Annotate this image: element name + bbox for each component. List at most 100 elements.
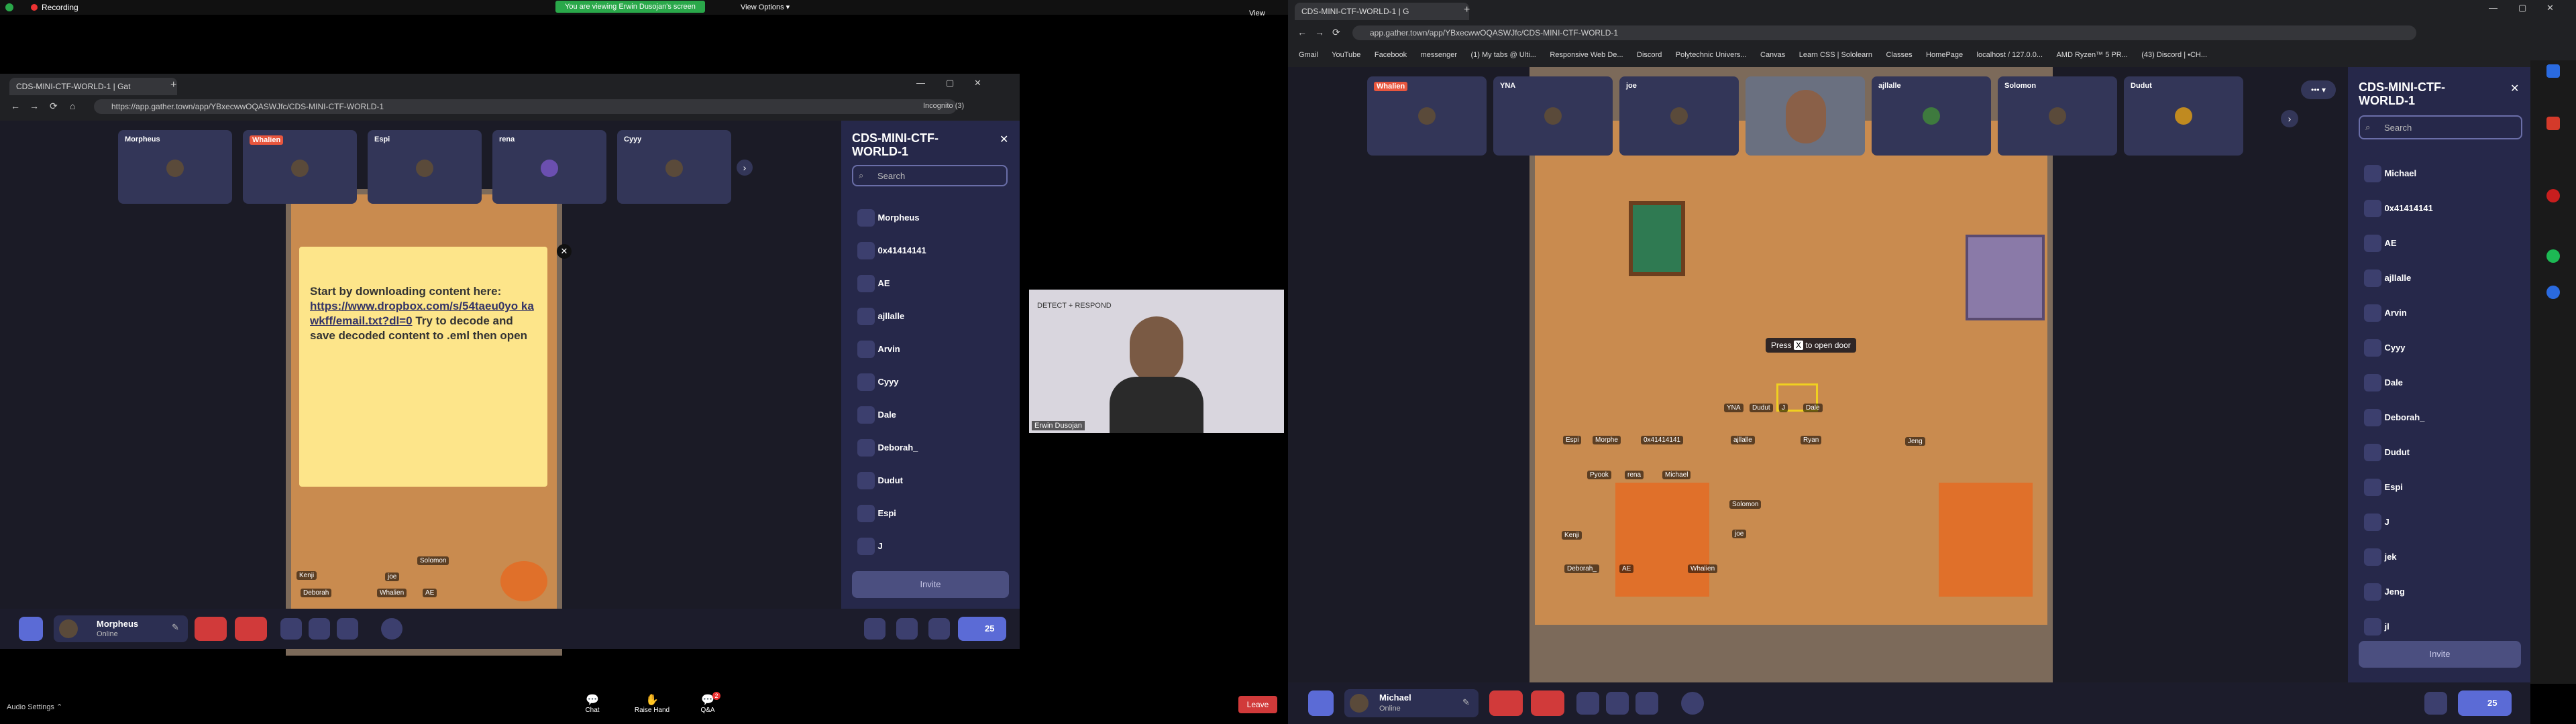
incognito-label[interactable]: Incognito (3): [923, 102, 964, 110]
list-item[interactable]: Espi: [857, 505, 1005, 538]
right-browser-tab[interactable]: CDS-MINI-CTF-WORLD-1 | G: [1295, 3, 1469, 20]
list-item[interactable]: Deborah_: [857, 439, 1005, 472]
app-icon[interactable]: [2546, 286, 2560, 299]
bookmark-item[interactable]: YouTube: [1332, 51, 1360, 59]
edit-icon[interactable]: ✎: [172, 622, 179, 633]
bookmark-item[interactable]: (43) Discord | •CH...: [2141, 51, 2207, 59]
participants-button[interactable]: 25: [958, 617, 1006, 641]
chat-icon[interactable]: [2424, 692, 2447, 715]
build-icon[interactable]: [864, 618, 885, 640]
bookmark-item[interactable]: Classes: [1886, 51, 1912, 59]
home-icon[interactable]: ⌂: [70, 101, 75, 111]
hand-icon[interactable]: [337, 618, 358, 640]
camera-off-button[interactable]: [1531, 690, 1564, 716]
mic-off-button[interactable]: [195, 617, 227, 641]
close-icon[interactable]: ✕: [974, 78, 981, 88]
bookmark-item[interactable]: Responsive Web De...: [1550, 51, 1623, 59]
emoji-icon[interactable]: [280, 618, 302, 640]
left-url-bar[interactable]: https://app.gather.town/app/YBxecwwOQASW…: [94, 99, 957, 114]
list-item[interactable]: ajllalle: [857, 308, 1005, 341]
view-button[interactable]: View: [1249, 9, 1265, 17]
camera-off-button[interactable]: [235, 617, 267, 641]
left-browser-tab[interactable]: CDS-MINI-CTF-WORLD-1 | Gat: [9, 78, 177, 95]
view-options-button[interactable]: View Options ▾: [741, 3, 790, 11]
list-item[interactable]: Arvin: [857, 341, 1005, 373]
bookmark-item[interactable]: Facebook: [1375, 51, 1407, 59]
leave-button[interactable]: Leave: [1238, 696, 1277, 713]
next-participants-icon[interactable]: ›: [2281, 110, 2298, 127]
maximize-icon[interactable]: ▢: [2518, 3, 2526, 13]
participants-button[interactable]: 25: [2458, 690, 2512, 716]
bookmark-item[interactable]: (1) My tabs @ Ulti...: [1471, 51, 1536, 59]
me-status[interactable]: Morpheus Online ✎: [54, 615, 188, 642]
participant-card[interactable]: ajllalle: [1872, 76, 1991, 156]
participant-card[interactable]: Espi: [368, 130, 482, 204]
reload-icon[interactable]: ⟳: [50, 101, 58, 112]
screen-share-icon[interactable]: [1606, 692, 1629, 715]
list-item[interactable]: Jeng: [2364, 583, 2518, 618]
app-icon[interactable]: [2546, 189, 2560, 202]
next-participants-icon[interactable]: ›: [737, 160, 753, 176]
panel-close-icon[interactable]: ✕: [1000, 133, 1008, 146]
app-icon[interactable]: [2546, 117, 2560, 130]
list-item[interactable]: J: [857, 538, 1005, 558]
member-search-input[interactable]: ⌕ Search: [2359, 115, 2522, 139]
list-item[interactable]: Morpheus: [857, 209, 1005, 242]
list-item[interactable]: 0x41414141: [857, 242, 1005, 275]
chat-button[interactable]: 💬 Chat: [582, 693, 602, 714]
list-item[interactable]: ajllalle: [2364, 269, 2518, 304]
participant-card-video[interactable]: [1746, 76, 1865, 156]
minimize-icon[interactable]: —: [2489, 3, 2498, 13]
raise-hand-button[interactable]: ✋ Raise Hand: [632, 693, 672, 714]
chat-icon[interactable]: [928, 618, 950, 640]
calendar-icon[interactable]: [896, 618, 918, 640]
invite-button[interactable]: Invite: [2359, 641, 2521, 668]
participant-card[interactable]: joe: [1619, 76, 1739, 156]
screen-share-icon[interactable]: [309, 618, 330, 640]
gather-logo-icon[interactable]: [1308, 690, 1334, 716]
bookmark-item[interactable]: HomePage: [1926, 51, 1963, 59]
bookmark-item[interactable]: Learn CSS | Sololearn: [1799, 51, 1872, 59]
back-icon[interactable]: ←: [11, 101, 20, 111]
panel-close-icon[interactable]: ✕: [2510, 82, 2519, 95]
list-item[interactable]: Michael: [2364, 165, 2518, 200]
list-item[interactable]: Dudut: [2364, 444, 2518, 479]
bookmark-item[interactable]: Gmail: [1299, 51, 1318, 59]
bookmark-item[interactable]: messenger: [1421, 51, 1457, 59]
edit-icon[interactable]: ✎: [1462, 697, 1470, 708]
bookmark-item[interactable]: localhost / 127.0.0...: [1977, 51, 2043, 59]
expand-icon[interactable]: [1681, 692, 1704, 715]
list-item[interactable]: Cyyy: [2364, 339, 2518, 374]
list-item[interactable]: Arvin: [2364, 304, 2518, 339]
app-icon[interactable]: [2546, 249, 2560, 263]
participant-card[interactable]: Whalien: [1367, 76, 1487, 156]
participant-card[interactable]: Whalien: [243, 130, 357, 204]
list-item[interactable]: AE: [857, 275, 1005, 308]
list-item[interactable]: jl: [2364, 618, 2518, 636]
hand-icon[interactable]: [1635, 692, 1658, 715]
expand-icon[interactable]: [381, 618, 402, 640]
maximize-icon[interactable]: ▢: [946, 78, 954, 88]
qa-button[interactable]: 💬 Q&A 2: [698, 692, 720, 714]
audio-settings[interactable]: Audio Settings ⌃: [7, 703, 62, 711]
list-item[interactable]: Dudut: [857, 472, 1005, 505]
me-status[interactable]: Michael Online ✎: [1344, 689, 1479, 717]
participant-card[interactable]: Morpheus: [118, 130, 232, 204]
bookmark-item[interactable]: AMD Ryzen™ 5 PR...: [2056, 51, 2127, 59]
right-url-bar[interactable]: app.gather.town/app/YBxecwwOQASWJfc/CDS-…: [1352, 25, 2416, 40]
list-item[interactable]: AE: [2364, 235, 2518, 269]
note-close-icon[interactable]: ✕: [557, 244, 572, 259]
list-item[interactable]: Deborah_: [2364, 409, 2518, 444]
member-search-input[interactable]: ⌕ Search: [852, 165, 1008, 186]
list-item[interactable]: J: [2364, 514, 2518, 548]
participant-card[interactable]: Solomon: [1998, 76, 2117, 156]
list-item[interactable]: Dale: [857, 406, 1005, 439]
more-options-icon[interactable]: ••• ▾: [2301, 80, 2336, 99]
reload-icon[interactable]: ⟳: [1332, 27, 1340, 38]
new-tab-icon[interactable]: +: [1464, 4, 1470, 16]
list-item[interactable]: 0x41414141: [2364, 200, 2518, 235]
participant-card[interactable]: YNA: [1493, 76, 1613, 156]
close-icon[interactable]: ✕: [2546, 3, 2554, 13]
list-item[interactable]: Dale: [2364, 374, 2518, 409]
participant-card[interactable]: Cyyy: [617, 130, 731, 204]
